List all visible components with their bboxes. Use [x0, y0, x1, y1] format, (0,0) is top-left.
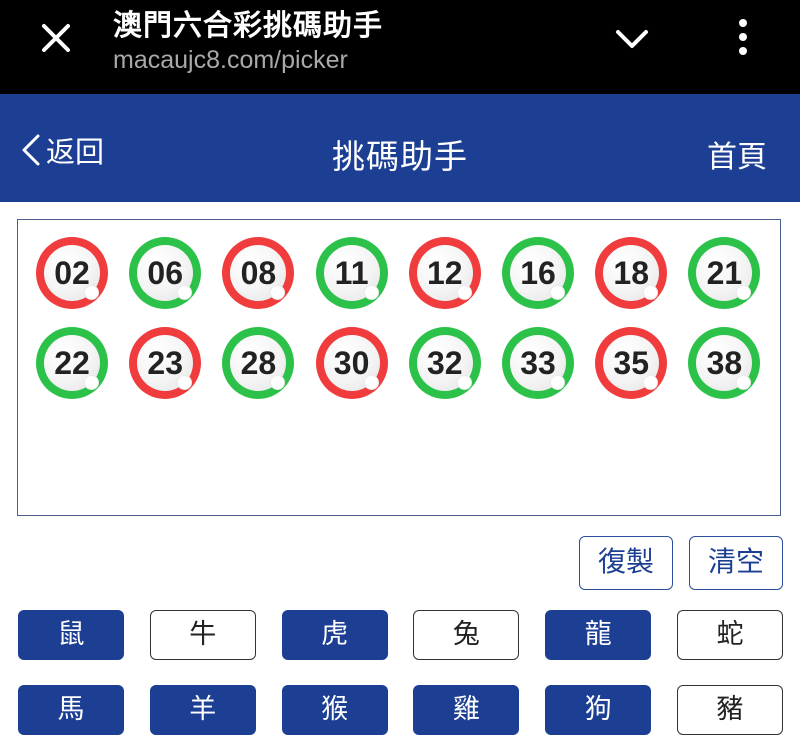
- ball-number: 06: [147, 255, 183, 291]
- number-ball[interactable]: 12: [408, 237, 481, 309]
- number-ball[interactable]: 33: [502, 327, 574, 399]
- number-ball[interactable]: 08: [222, 237, 295, 309]
- number-ball[interactable]: 21: [688, 237, 761, 309]
- page-title: 挑碼助手: [332, 137, 468, 176]
- number-ball[interactable]: 02: [36, 237, 108, 309]
- clear-button[interactable]: 清空: [689, 536, 783, 590]
- zodiac-button[interactable]: 龍: [545, 610, 652, 660]
- home-link[interactable]: 首頁: [707, 132, 767, 176]
- number-ball[interactable]: 11: [315, 237, 388, 309]
- browser-url[interactable]: macaujc8.com/picker: [113, 46, 348, 75]
- number-ball[interactable]: 22: [36, 327, 108, 399]
- picked-numbers-panel: 02 06 08 11 12 16 18 21 22 23 28 30 32 33 35 38: [17, 219, 781, 516]
- zodiac-button[interactable]: 羊: [149, 685, 256, 735]
- zodiac-button[interactable]: 豬: [677, 685, 783, 735]
- close-icon[interactable]: [36, 18, 76, 58]
- number-ball[interactable]: 16: [502, 237, 574, 309]
- app-header: 返回 挑碼助手 首頁: [0, 94, 800, 202]
- number-ball[interactable]: 35: [595, 327, 668, 399]
- more-vert-icon[interactable]: [728, 16, 758, 60]
- number-ball[interactable]: 23: [129, 327, 202, 399]
- browser-top-bar: 澳門六合彩挑碼助手 macaujc8.com/picker: [0, 0, 800, 94]
- zodiac-button[interactable]: 鼠: [18, 610, 124, 660]
- number-ball[interactable]: 38: [688, 327, 761, 399]
- zodiac-button[interactable]: 虎: [281, 610, 388, 660]
- number-ball[interactable]: 32: [408, 327, 481, 399]
- number-ball[interactable]: 30: [315, 327, 388, 399]
- chevron-down-icon[interactable]: [610, 22, 654, 58]
- ball-number: 32: [427, 345, 463, 381]
- zodiac-button[interactable]: 蛇: [677, 610, 783, 660]
- ball-number: 11: [334, 255, 369, 291]
- copy-button[interactable]: 復製: [579, 536, 673, 590]
- ball-number: 22: [54, 345, 90, 381]
- ball-number: 23: [147, 345, 183, 381]
- number-ball[interactable]: 28: [222, 327, 295, 399]
- ball-number: 08: [240, 255, 277, 291]
- ball-number: 28: [240, 345, 277, 381]
- ball-number: 02: [54, 255, 90, 291]
- ball-number: 21: [706, 255, 743, 291]
- zodiac-button[interactable]: 狗: [545, 685, 652, 735]
- zodiac-button[interactable]: 雞: [413, 685, 520, 735]
- ball-number: 33: [520, 345, 556, 381]
- zodiac-button[interactable]: 猴: [281, 685, 388, 735]
- ball-number: 18: [613, 255, 649, 291]
- ball-number: 12: [427, 255, 463, 291]
- ball-number: 16: [520, 255, 556, 291]
- browser-page-title: 澳門六合彩挑碼助手: [113, 8, 384, 42]
- ball-number: 35: [613, 345, 649, 381]
- zodiac-button[interactable]: 兔: [413, 610, 520, 660]
- ball-number: 38: [706, 345, 743, 381]
- number-ball[interactable]: 18: [595, 237, 668, 309]
- zodiac-button[interactable]: 馬: [18, 685, 124, 735]
- zodiac-button[interactable]: 牛: [149, 610, 256, 660]
- ball-number: 30: [333, 345, 370, 381]
- number-ball[interactable]: 06: [129, 237, 202, 309]
